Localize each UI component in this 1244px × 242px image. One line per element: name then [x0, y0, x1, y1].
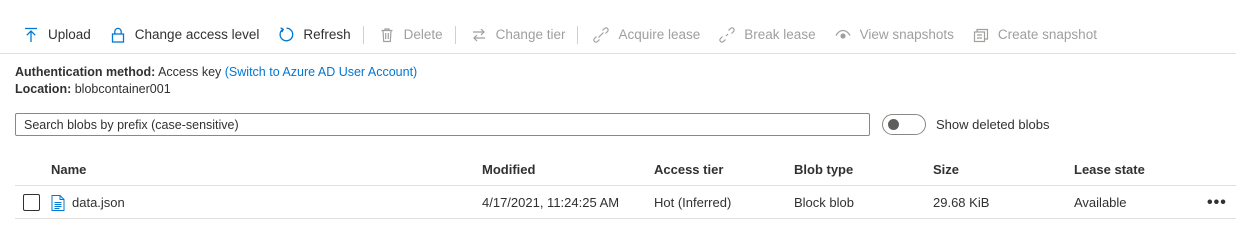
switch-auth-link[interactable]: (Switch to Azure AD User Account) [225, 65, 417, 79]
change-tier-label: Change tier [495, 27, 566, 42]
acquire-lease-label: Acquire lease [618, 27, 701, 42]
more-options-glyph: ••• [1207, 193, 1227, 211]
file-icon [51, 194, 65, 211]
blob-list: Name Modified Access tier Blob type Size… [15, 153, 1236, 219]
column-header-size[interactable]: Size [933, 153, 959, 186]
upload-label: Upload [48, 27, 91, 42]
swap-arrows-icon [470, 26, 488, 44]
search-input[interactable]: Search blobs by prefix (case-sensitive) [15, 113, 870, 136]
break-lease-button[interactable]: Break lease [708, 16, 823, 54]
create-snapshot-label: Create snapshot [997, 27, 1097, 42]
blob-name: data.json [72, 195, 125, 210]
auth-method-label: Authentication method: [15, 65, 156, 79]
break-lease-label: Break lease [744, 27, 816, 42]
blob-size: 29.68 KiB [933, 195, 990, 210]
toolbar-divider [362, 25, 364, 44]
location-line: Location: blobcontainer001 [15, 81, 417, 98]
delete-label: Delete [403, 27, 443, 42]
show-deleted-toggle[interactable] [882, 114, 926, 135]
blob-type: Block blob [794, 195, 854, 210]
view-snapshots-button[interactable]: View snapshots [824, 16, 962, 54]
location-label: Location: [15, 82, 72, 96]
column-header-blob-type[interactable]: Blob type [794, 153, 853, 186]
row-checkbox[interactable] [23, 194, 40, 211]
change-access-label: Change access level [134, 27, 260, 42]
blob-modified: 4/17/2021, 11:24:25 AM [482, 195, 620, 210]
column-header-lease-state[interactable]: Lease state [1074, 153, 1145, 186]
more-options-icon[interactable]: ••• [1207, 186, 1227, 219]
blob-access-tier: Hot (Inferred) [654, 195, 732, 210]
upload-icon [22, 26, 40, 44]
link-icon [592, 26, 610, 44]
column-header-modified[interactable]: Modified [482, 153, 535, 186]
container-info: Authentication method: Access key (Switc… [15, 64, 417, 98]
refresh-button[interactable]: Refresh [267, 16, 358, 54]
table-header: Name Modified Access tier Blob type Size… [15, 153, 1236, 186]
blob-lease-state: Available [1074, 195, 1127, 210]
refresh-label: Refresh [303, 27, 351, 42]
change-tier-button[interactable]: Change tier [460, 16, 574, 54]
location-value: blobcontainer001 [74, 82, 171, 96]
create-snapshot-button[interactable]: Create snapshot [962, 16, 1105, 54]
view-snapshots-label: View snapshots [859, 27, 954, 42]
search-placeholder: Search blobs by prefix (case-sensitive) [24, 117, 239, 132]
row-checkbox-cell [23, 186, 41, 219]
refresh-icon [277, 26, 295, 44]
column-header-access-tier[interactable]: Access tier [654, 153, 723, 186]
snapshot-icon [972, 26, 990, 44]
upload-button[interactable]: Upload [14, 16, 99, 54]
auth-method-value: Access key [158, 65, 222, 79]
blob-name-cell[interactable]: data.json [51, 186, 125, 219]
change-access-level-button[interactable]: Change access level [99, 16, 268, 54]
command-bar: Upload Change access level Refresh Delet… [0, 16, 1236, 54]
lock-icon [109, 26, 127, 44]
eye-icon [834, 26, 852, 44]
delete-button[interactable]: Delete [368, 16, 451, 54]
acquire-lease-button[interactable]: Acquire lease [582, 16, 708, 54]
toggle-knob [888, 119, 899, 130]
table-row[interactable]: data.json 4/17/2021, 11:24:25 AM Hot (In… [15, 186, 1236, 219]
show-deleted-label: Show deleted blobs [936, 117, 1050, 132]
broken-link-icon [718, 26, 736, 44]
toolbar-divider [454, 25, 456, 44]
auth-method-line: Authentication method: Access key (Switc… [15, 64, 417, 81]
trash-icon [378, 26, 396, 44]
column-header-name[interactable]: Name [51, 153, 86, 186]
toolbar-divider [577, 25, 579, 44]
